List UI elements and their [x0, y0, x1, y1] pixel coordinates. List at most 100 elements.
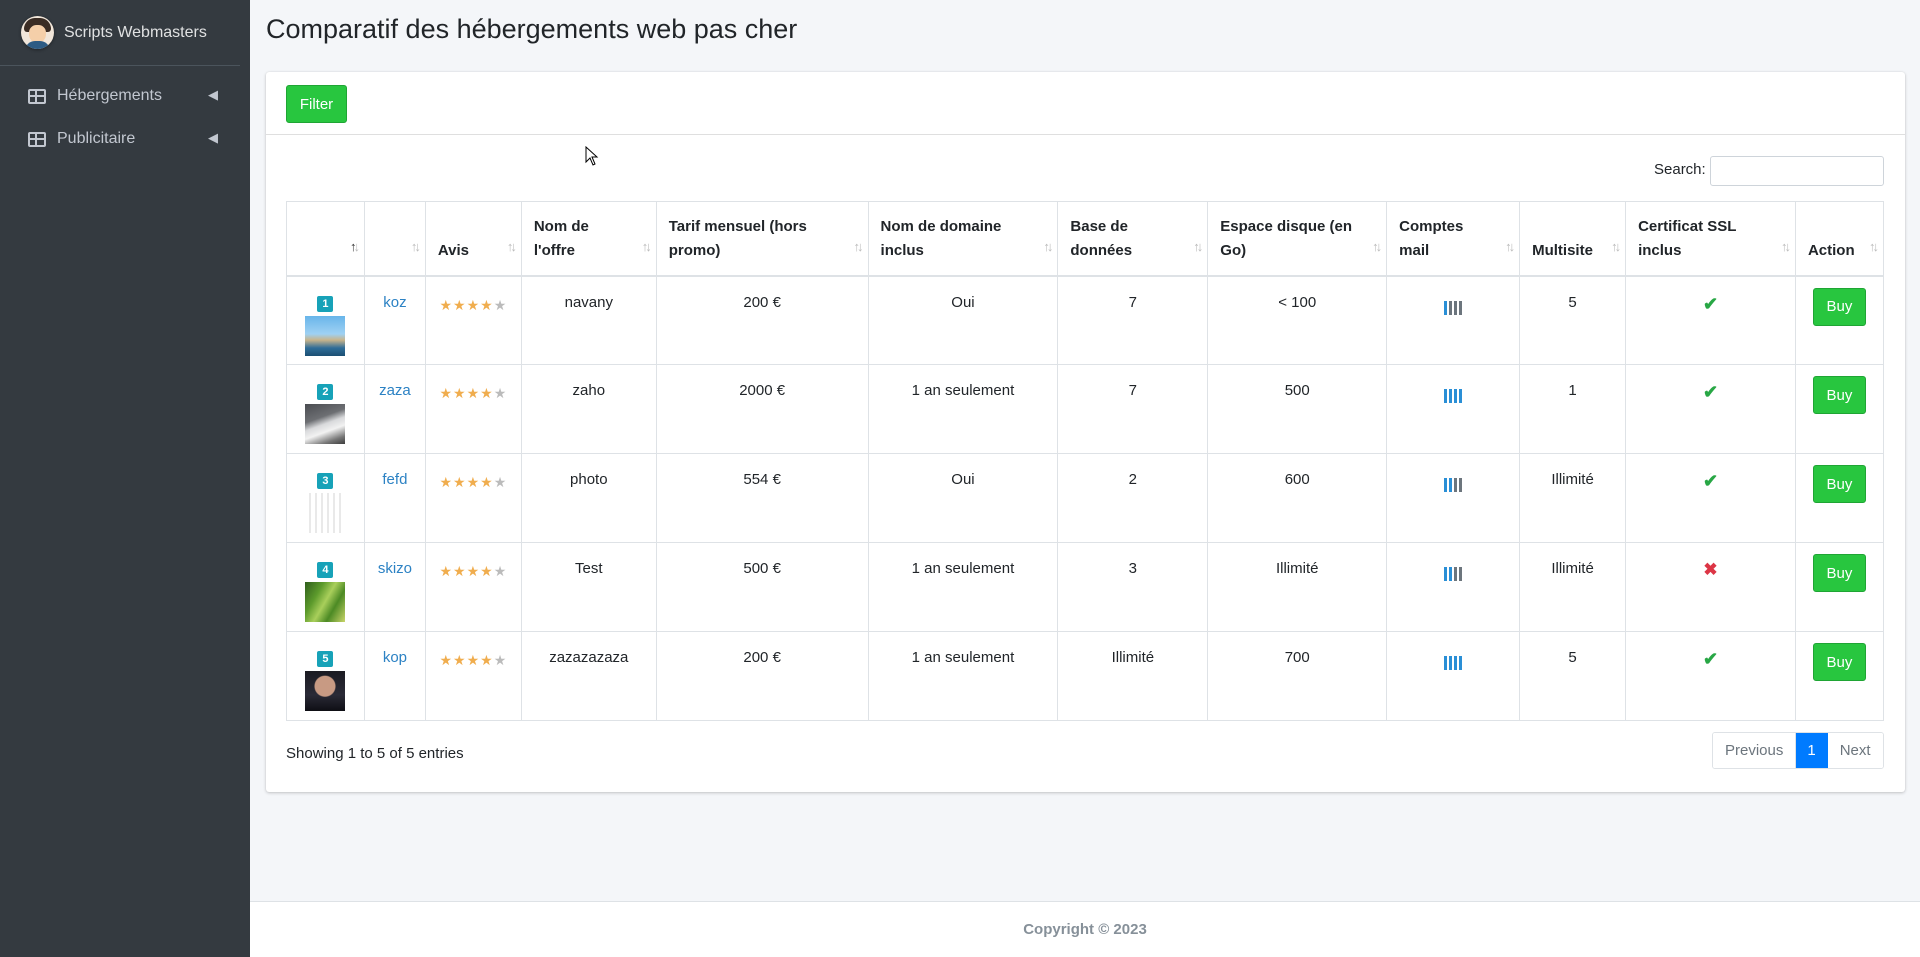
- cell-price: 554 €: [655, 453, 869, 543]
- star-rating: ★★★★★: [439, 474, 508, 490]
- cell-database: 2: [1057, 453, 1209, 543]
- cell-avis: ★★★★★: [424, 364, 522, 454]
- star-rating: ★★★★★: [439, 652, 508, 668]
- table-header-row: ↑↓ ↑↓ Avis ↑↓ Nom de l'offre ↑↓ Tarif mens…: [286, 201, 1885, 277]
- cell-ssl: ✖: [1625, 542, 1796, 632]
- column-header-ssl[interactable]: Certificat SSL inclus ↑↓: [1625, 201, 1796, 277]
- cell-mail: [1386, 275, 1521, 365]
- cell-rank: 2: [286, 364, 365, 454]
- cell-action: Buy: [1794, 631, 1885, 721]
- cell-offer: photo: [520, 453, 657, 543]
- table-row: 2 zaza ★★★★★ zaho 2000 € 1 an seulement …: [286, 364, 1885, 454]
- photo-grid-image: [305, 493, 346, 533]
- host-link[interactable]: koz: [383, 294, 406, 311]
- cell-avis: ★★★★★: [424, 453, 522, 543]
- column-header-name[interactable]: ↑↓: [363, 201, 426, 277]
- cell-ssl: ✔: [1625, 275, 1796, 365]
- cell-rank: 4: [286, 542, 365, 632]
- pagination-next[interactable]: Next: [1827, 733, 1883, 768]
- cell-action: Buy: [1794, 275, 1885, 365]
- sidebar-item-hebergements[interactable]: Hébergements ◀: [8, 75, 242, 117]
- column-header-database[interactable]: Base de données ↑↓: [1057, 201, 1209, 277]
- host-link[interactable]: kop: [383, 649, 407, 666]
- check-icon: ✔: [1702, 382, 1719, 402]
- cell-ssl: ✔: [1625, 453, 1796, 543]
- cell-name: kop: [363, 631, 426, 721]
- column-header-offer[interactable]: Nom de l'offre ↑↓: [520, 201, 657, 277]
- search-input[interactable]: [1710, 156, 1884, 186]
- page-footer: Copyright © 2023: [250, 901, 1920, 957]
- pagination-previous[interactable]: Previous: [1713, 733, 1797, 768]
- sidebar-item-label: Publicitaire: [57, 130, 136, 147]
- rank-badge: 2: [317, 384, 334, 400]
- column-header-rank[interactable]: ↑↓: [286, 201, 365, 277]
- cell-domain: 1 an seulement: [867, 631, 1059, 721]
- brand-link[interactable]: Scripts Webmasters: [0, 0, 240, 66]
- sort-icon: ↑↓: [1043, 238, 1053, 254]
- main-content: Comparatif des hébergements web pas cher…: [250, 0, 1920, 957]
- filter-button[interactable]: Filter: [286, 85, 347, 123]
- sort-icon: ↑↓: [1505, 238, 1515, 254]
- check-icon: ✔: [1702, 293, 1719, 314]
- cell-rank: 5: [286, 631, 365, 721]
- buy-button[interactable]: Buy: [1812, 643, 1866, 681]
- column-header-domain[interactable]: Nom de domaine inclus ↑↓: [867, 201, 1059, 277]
- buy-button[interactable]: Buy: [1812, 554, 1866, 592]
- table-icon: [28, 131, 46, 147]
- pagination: Previous 1 Next: [1712, 732, 1884, 769]
- cell-database: 3: [1057, 542, 1209, 632]
- buy-button[interactable]: Buy: [1812, 465, 1866, 503]
- sidebar-item-publicitaire[interactable]: Publicitaire ◀: [8, 118, 242, 160]
- column-header-multisite[interactable]: Multisite ↑↓: [1519, 201, 1627, 277]
- cell-ssl: ✔: [1625, 364, 1796, 454]
- cell-name: skizo: [363, 542, 426, 632]
- cell-price: 200 €: [655, 275, 869, 365]
- cell-multisite: Illimité: [1519, 453, 1627, 543]
- pagination-page-1[interactable]: 1: [1796, 733, 1828, 768]
- cell-offer: zazazazaza: [520, 631, 657, 721]
- sort-icon: ↑↓: [1869, 238, 1879, 254]
- hosting-table: ↑↓ ↑↓ Avis ↑↓ Nom de l'offre ↑↓ Tarif mens…: [286, 201, 1885, 721]
- search-label: Search:: [1654, 161, 1706, 178]
- brand-avatar: [21, 16, 54, 49]
- cell-database: Illimité: [1057, 631, 1209, 721]
- table-row: 3 fefd ★★★★★ photo 554 € Oui 2 600 Illim…: [286, 453, 1885, 543]
- star-rating: ★★★★★: [439, 385, 508, 401]
- cell-name: fefd: [363, 453, 426, 543]
- cell-domain: Oui: [867, 275, 1059, 365]
- cell-disk: < 100: [1207, 275, 1388, 365]
- cell-offer: navany: [520, 275, 657, 365]
- sidebar-item-label: Hébergements: [57, 87, 162, 104]
- buy-button[interactable]: Buy: [1812, 287, 1866, 326]
- host-link[interactable]: zaza: [379, 382, 411, 399]
- cell-avis: ★★★★★: [424, 275, 522, 365]
- column-header-price[interactable]: Tarif mensuel (hors promo) ↑↓: [655, 201, 869, 277]
- column-header-avis[interactable]: Avis ↑↓: [424, 201, 522, 277]
- host-link[interactable]: fefd: [382, 471, 407, 488]
- column-header-mail[interactable]: Comptes mail ↑↓: [1386, 201, 1521, 277]
- mouse-cursor-icon: [585, 146, 599, 166]
- star-rating: ★★★★★: [439, 563, 508, 579]
- cell-mail: [1386, 364, 1521, 454]
- cell-avis: ★★★★★: [424, 631, 522, 721]
- column-header-action[interactable]: Action ↑↓: [1794, 201, 1885, 277]
- cell-action: Buy: [1794, 364, 1885, 454]
- host-link[interactable]: skizo: [378, 560, 412, 577]
- cell-mail: [1386, 542, 1521, 632]
- table-info: Showing 1 to 5 of 5 entries: [286, 745, 464, 762]
- sidebar: Scripts Webmasters Hébergements ◀ Public…: [0, 0, 250, 957]
- car-image: [305, 404, 346, 444]
- column-header-disk[interactable]: Espace disque (en Go) ↑↓: [1207, 201, 1388, 277]
- sort-icon: ↑↓: [349, 238, 360, 254]
- sort-icon: ↑↓: [1372, 238, 1382, 254]
- sort-icon: ↑↓: [641, 238, 652, 254]
- cell-database: 7: [1057, 275, 1209, 365]
- cell-ssl: ✔: [1625, 631, 1796, 721]
- mail-level-bars: [1444, 567, 1463, 581]
- table-row: 4 skizo ★★★★★ Test 500 € 1 an seulement …: [286, 542, 1885, 632]
- buy-button[interactable]: Buy: [1812, 376, 1866, 414]
- mail-level-bars: [1444, 656, 1463, 670]
- brand-name: Scripts Webmasters: [64, 23, 207, 41]
- cell-action: Buy: [1794, 453, 1885, 543]
- sort-icon: ↑↓: [853, 238, 864, 254]
